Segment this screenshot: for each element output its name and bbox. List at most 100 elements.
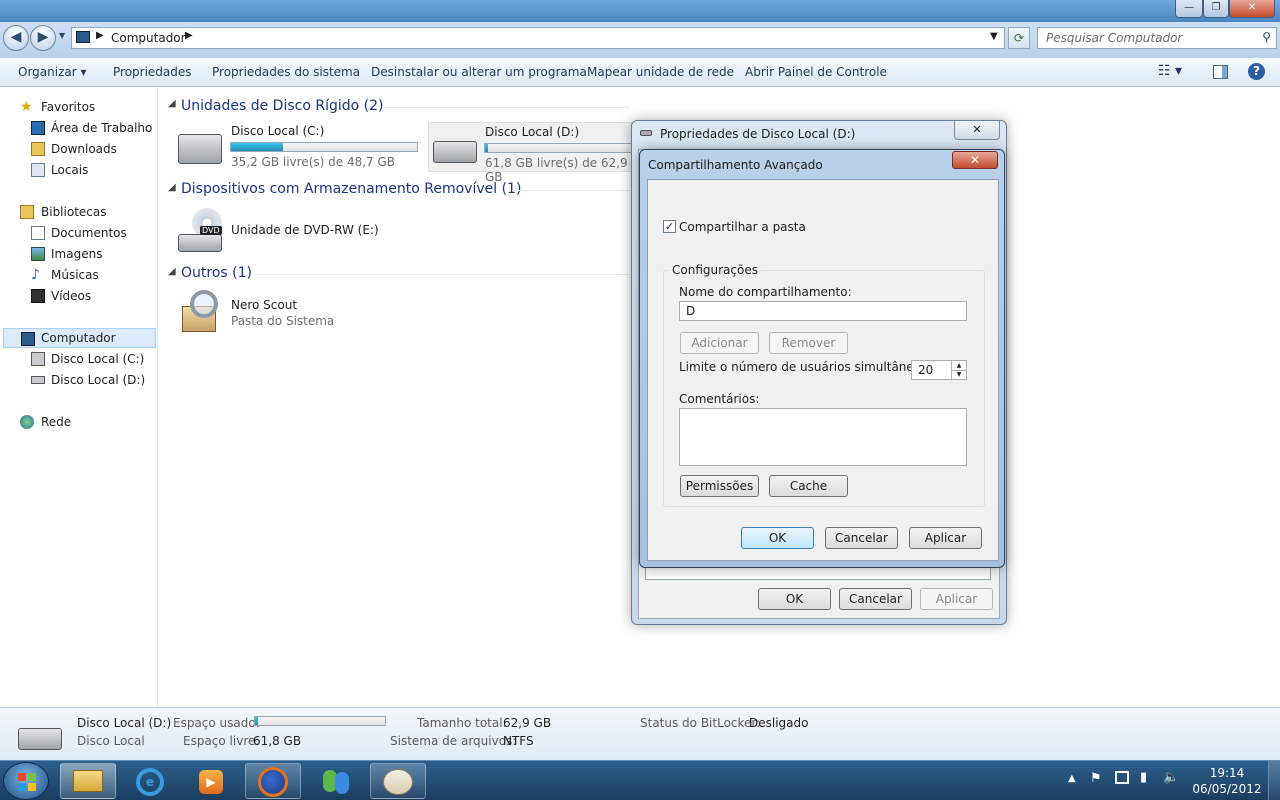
chevron-right-icon[interactable]: ▶ xyxy=(185,30,193,41)
taskbar-media-player[interactable]: ▶ xyxy=(182,763,238,799)
close-icon[interactable]: ✕ xyxy=(952,151,998,169)
permissions-button[interactable]: Permissões xyxy=(680,475,759,497)
sidebar-item-drive-d[interactable]: Disco Local (D:) xyxy=(0,370,158,390)
organize-menu[interactable]: Organizar ▾ xyxy=(18,65,87,79)
back-button[interactable]: ◀ xyxy=(3,25,29,51)
drive-d-tile[interactable]: Disco Local (D:) 61,8 GB livre(s) de 62,… xyxy=(428,122,634,184)
help-icon[interactable]: ? xyxy=(1248,63,1265,80)
search-icon[interactable]: ⚲ xyxy=(1262,30,1271,44)
share-name-input[interactable]: D xyxy=(679,301,967,321)
details-usage-fill xyxy=(255,717,258,725)
forward-button[interactable]: ▶ xyxy=(30,25,56,51)
details-bitlocker-value: Desligado xyxy=(749,716,809,730)
sidebar-item-videos[interactable]: Vídeos xyxy=(0,286,158,306)
view-options-icon[interactable]: ☷ ▾ xyxy=(1158,63,1182,79)
share-folder-label: Compartilhar a pasta xyxy=(679,220,806,234)
collapse-triangle-icon[interactable]: ◢ xyxy=(168,266,176,277)
remove-button[interactable]: Remover xyxy=(769,332,848,354)
details-size-label: Tamanho total: xyxy=(417,716,507,730)
close-icon[interactable]: ✕ xyxy=(954,121,1000,140)
open-control-panel-button[interactable]: Abrir Painel de Controle xyxy=(745,65,887,79)
close-button[interactable]: ✕ xyxy=(1229,0,1275,18)
command-toolbar: Organizar ▾ Propriedades Propriedades do… xyxy=(0,58,1280,87)
nero-scout-subtitle: Pasta do Sistema xyxy=(231,314,335,328)
start-button[interactable] xyxy=(3,762,49,800)
cancel-button[interactable]: Cancelar xyxy=(825,527,898,549)
group-removable[interactable]: Dispositivos com Armazenamento Removível… xyxy=(181,181,521,197)
address-input[interactable]: ▶ Computador ▶ ▼ xyxy=(71,27,1005,49)
breadcrumb-computer[interactable]: Computador xyxy=(111,31,186,45)
sidebar-item-favorites[interactable]: ★ Favoritos xyxy=(0,97,158,117)
drive-c-tile[interactable]: Disco Local (C:) 35,2 GB livre(s) de 48,… xyxy=(176,120,424,172)
uninstall-program-button[interactable]: Desinstalar ou alterar um programa xyxy=(371,65,587,79)
collapse-triangle-icon[interactable]: ◢ xyxy=(168,182,176,193)
sidebar-item-downloads[interactable]: Downloads xyxy=(0,139,158,159)
details-name: Disco Local (D:) xyxy=(77,716,172,730)
share-folder-checkbox[interactable]: ✓ xyxy=(663,220,676,233)
minimize-button[interactable]: — xyxy=(1175,0,1203,18)
sidebar-item-libraries[interactable]: Bibliotecas xyxy=(0,202,158,222)
search-input[interactable]: Pesquisar Computador ⚲ xyxy=(1037,27,1277,49)
system-properties-button[interactable]: Propriedades do sistema xyxy=(212,65,360,79)
sidebar-item-drive-c[interactable]: Disco Local (C:) xyxy=(0,349,158,369)
documents-icon xyxy=(31,226,45,240)
sidebar-item-network[interactable]: Rede xyxy=(0,412,158,432)
taskbar-paint[interactable] xyxy=(370,763,426,799)
details-pane: Disco Local (D:) Disco Local Espaço usad… xyxy=(0,707,1280,760)
drive-d-free: 61,8 GB livre(s) de 62,9 GB xyxy=(485,156,628,184)
taskbar-explorer[interactable] xyxy=(60,763,116,799)
sidebar-item-places[interactable]: Locais xyxy=(0,160,158,180)
user-limit-stepper[interactable]: 20 ▲ ▼ xyxy=(911,360,967,380)
drive-icon xyxy=(31,352,45,366)
paint-icon xyxy=(383,769,413,795)
show-desktop-button[interactable] xyxy=(1268,761,1280,800)
props-apply-button[interactable]: Aplicar xyxy=(920,588,993,610)
desktop-icon xyxy=(31,121,45,135)
dvd-drive-icon: DVD xyxy=(178,208,224,254)
collapse-triangle-icon[interactable]: ◢ xyxy=(168,98,176,109)
properties-button[interactable]: Propriedades xyxy=(113,65,192,79)
apply-button[interactable]: Aplicar xyxy=(909,527,982,549)
chevron-down-icon[interactable]: ▼ xyxy=(990,31,998,42)
sidebar-item-computer[interactable]: Computador xyxy=(3,328,156,348)
taskbar-internet-explorer[interactable]: e xyxy=(121,763,177,799)
sidebar-item-desktop[interactable]: Área de Trabalho xyxy=(0,118,158,138)
taskbar-firefox[interactable] xyxy=(245,763,301,799)
tray-time[interactable]: 19:14 xyxy=(1192,766,1262,780)
details-free-label: Espaço livre: xyxy=(183,734,260,748)
places-icon xyxy=(31,163,45,177)
nero-scout-tile[interactable]: Nero Scout Pasta do Sistema xyxy=(176,290,426,340)
refresh-icon[interactable]: ⟳ xyxy=(1008,27,1030,49)
dvd-drive-tile[interactable]: DVD Unidade de DVD-RW (E:) xyxy=(176,206,426,256)
tray-date[interactable]: 06/05/2012 xyxy=(1192,782,1262,796)
sidebar-item-pictures[interactable]: Imagens xyxy=(0,244,158,264)
chevron-right-icon[interactable]: ▶ xyxy=(96,30,104,41)
sidebar-item-documents[interactable]: Documentos xyxy=(0,223,158,243)
cache-button[interactable]: Cache xyxy=(769,475,848,497)
recent-pages-icon[interactable]: ▼ xyxy=(59,31,65,40)
dvd-drive-name: Unidade de DVD-RW (E:) xyxy=(231,223,379,237)
group-hard-disks[interactable]: Unidades de Disco Rígido (2) xyxy=(181,98,383,114)
taskbar-messenger[interactable] xyxy=(308,763,364,799)
map-network-drive-button[interactable]: Mapear unidade de rede xyxy=(587,65,734,79)
volume-icon[interactable]: 🔈 xyxy=(1163,770,1179,785)
group-others[interactable]: Outros (1) xyxy=(181,265,252,281)
ok-button[interactable]: OK xyxy=(741,527,814,549)
props-cancel-button[interactable]: Cancelar xyxy=(839,588,912,610)
advanced-sharing-title: Compartilhamento Avançado xyxy=(648,158,823,172)
add-button[interactable]: Adicionar xyxy=(680,332,759,354)
user-limit-label: Limite o número de usuários simultâneos … xyxy=(679,360,943,374)
settings-group-title: Configurações xyxy=(669,263,761,277)
safely-remove-icon[interactable]: ▮ xyxy=(1140,770,1147,785)
windows-drive-icon xyxy=(178,134,222,164)
show-hidden-icons[interactable]: ▲ xyxy=(1068,773,1076,784)
props-ok-button[interactable]: OK xyxy=(758,588,831,610)
stepper-down-icon[interactable]: ▼ xyxy=(951,370,966,379)
sidebar-item-music[interactable]: ♪ Músicas xyxy=(0,265,158,285)
maximize-button[interactable]: ❐ xyxy=(1203,0,1229,18)
comments-textarea[interactable] xyxy=(679,408,967,466)
network-tray-icon[interactable] xyxy=(1115,771,1129,784)
stepper-up-icon[interactable]: ▲ xyxy=(951,361,966,370)
preview-pane-icon[interactable] xyxy=(1213,65,1228,79)
action-center-icon[interactable]: ⚑ xyxy=(1090,771,1102,786)
